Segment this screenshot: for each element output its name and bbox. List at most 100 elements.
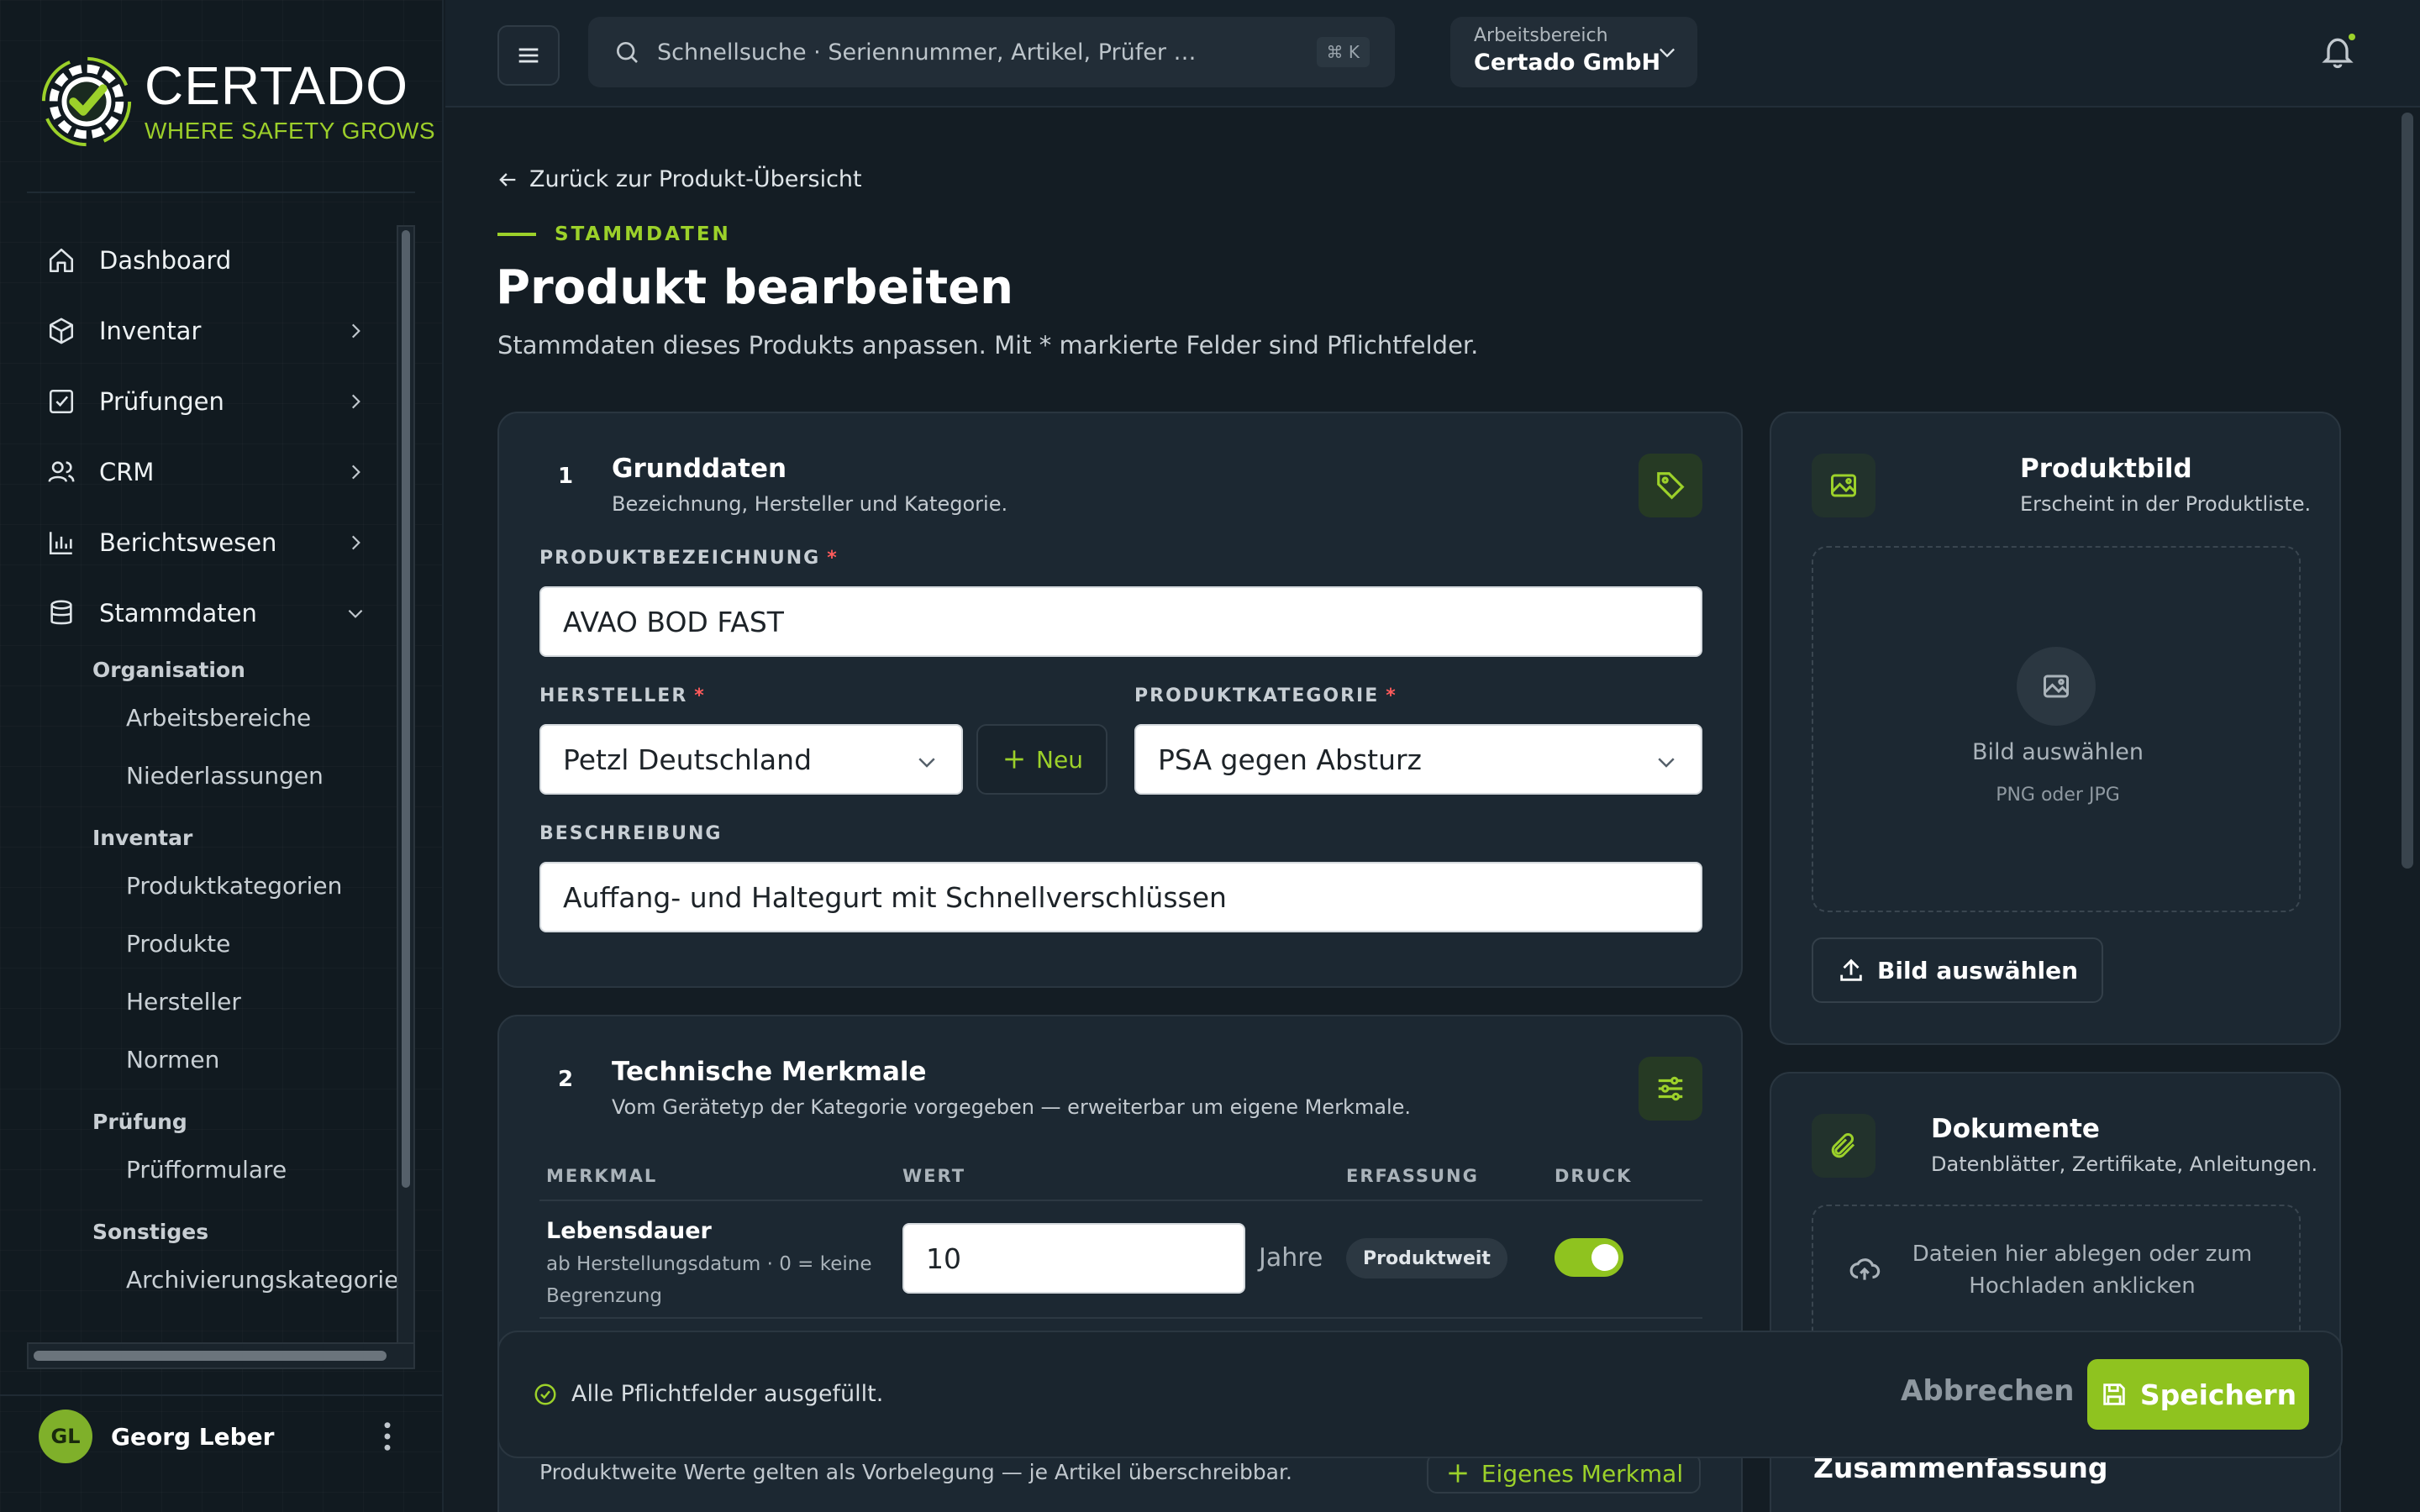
menu-toggle-button[interactable]	[497, 25, 560, 86]
subnav-item-produkte[interactable]: Produkte	[25, 915, 385, 973]
workspace-label: Arbeitsbereich	[1474, 25, 1608, 46]
database-icon	[50, 600, 72, 625]
arrow-left-icon	[499, 172, 516, 186]
subnav-item-niederlassungen[interactable]: Niederlassungen	[25, 747, 385, 805]
main-nav: Dashboard Inventar Prüfungen CRM Bericht…	[25, 225, 413, 1309]
search-icon	[617, 42, 638, 63]
table-divider	[539, 1317, 1702, 1319]
nav-label: Inventar	[99, 317, 202, 345]
cloud-upload-icon	[1849, 1258, 1881, 1280]
dropzone-label: Bild auswählen	[1972, 739, 2144, 765]
field-label-text: PRODUKTBEZEICHNUNG	[539, 548, 821, 569]
chevron-right-icon	[351, 323, 360, 339]
column-header: MERKMAL	[546, 1166, 658, 1186]
search-placeholder: Schnellsuche · Seriennummer, Artikel, Pr…	[657, 39, 1197, 66]
nav-label: CRM	[99, 458, 155, 486]
brand-logo[interactable]: CERTADO WHERE SAFETY GROWS	[37, 52, 435, 151]
user-name: Georg Leber	[111, 1422, 275, 1451]
nav-item-dashboard[interactable]: Dashboard	[25, 225, 385, 296]
nav-item-inventar[interactable]: Inventar	[25, 296, 385, 366]
validation-status-text: Alle Pflichtfelder ausgefüllt.	[571, 1381, 884, 1407]
unit-label: Jahre	[1259, 1243, 1323, 1273]
column-header: DRUCK	[1555, 1166, 1633, 1186]
merkmal-value-input[interactable]: 10	[902, 1223, 1245, 1294]
field-label-text: PRODUKTKATEGORIE	[1134, 685, 1380, 706]
nav-group-label: Inventar	[92, 826, 193, 850]
card-grunddaten: 1 Grunddaten Bezeichnung, Hersteller und…	[497, 412, 1743, 988]
nav-item-crm[interactable]: CRM	[25, 437, 385, 507]
merkmal-name: Lebensdauer	[546, 1218, 712, 1244]
brand-tagline: WHERE SAFETY GROWS	[145, 118, 436, 144]
step-number: 1	[558, 464, 574, 489]
toggle-knob	[1591, 1244, 1618, 1271]
image-icon	[2044, 675, 2069, 698]
plus-icon	[1005, 750, 1023, 769]
subnav-item-pruefformulare[interactable]: Prüfformulare	[25, 1141, 385, 1199]
print-toggle[interactable]	[1555, 1238, 1623, 1277]
image-dropzone[interactable]: Bild auswählen PNG oder JPG	[1812, 546, 2301, 912]
plus-icon	[1449, 1464, 1467, 1483]
floppy-disk-icon	[2103, 1383, 2125, 1405]
sidebar-horizontal-scrollbar[interactable]	[27, 1342, 415, 1369]
user-menu[interactable]: GL Georg Leber	[39, 1410, 400, 1463]
sidebar-vertical-scrollbar[interactable]	[397, 225, 415, 1368]
scrollbar-thumb[interactable]	[402, 230, 410, 1188]
nav-item-berichtswesen[interactable]: Berichtswesen	[25, 507, 385, 578]
home-icon	[49, 248, 74, 273]
required-mark: *	[1386, 685, 1397, 706]
produktkategorie-select[interactable]: PSA gegen Absturz	[1134, 724, 1702, 795]
main-vertical-scrollbar[interactable]	[2396, 109, 2418, 1512]
scrollbar-thumb[interactable]	[2402, 113, 2413, 869]
card-title: Grunddaten	[612, 454, 787, 484]
column-header: ERFASSUNG	[1346, 1166, 1479, 1186]
back-link[interactable]: Zurück zur Produkt-Übersicht	[496, 166, 862, 192]
card-title: Technische Merkmale	[612, 1057, 927, 1087]
field-label-beschreibung: BESCHREIBUNG	[539, 823, 723, 844]
nav-group-label: Sonstiges	[92, 1220, 209, 1244]
topbar: Schnellsuche · Seriennummer, Artikel, Pr…	[445, 0, 2420, 108]
bar-chart-icon	[49, 532, 72, 555]
back-link-label: Zurück zur Produkt-Übersicht	[529, 166, 862, 192]
subnav-item-hersteller[interactable]: Hersteller	[25, 973, 385, 1031]
card-subtitle: Datenblätter, Zertifikate, Anleitungen.	[1931, 1152, 2318, 1176]
sidebar: CERTADO WHERE SAFETY GROWS Dashboard Inv…	[0, 0, 444, 1512]
subnav-item-produktkategorien[interactable]: Produktkategorien	[25, 857, 385, 915]
paperclip-icon-badge	[1812, 1114, 1876, 1178]
subnav-item-normen[interactable]: Normen	[25, 1031, 385, 1089]
required-mark: *	[827, 548, 839, 569]
hersteller-select[interactable]: Petzl Deutschland	[539, 724, 963, 795]
scope-chip: Produktweit	[1346, 1238, 1507, 1278]
more-vertical-icon[interactable]	[375, 1420, 400, 1453]
quick-search-input[interactable]: Schnellsuche · Seriennummer, Artikel, Pr…	[588, 17, 1395, 87]
produktbezeichnung-input[interactable]: AVAO BOD FAST	[539, 586, 1702, 657]
nav-item-stammdaten[interactable]: Stammdaten	[25, 578, 385, 648]
nav-item-pruefungen[interactable]: Prüfungen	[25, 366, 385, 437]
chevron-down-icon	[1660, 48, 1675, 58]
cancel-button[interactable]: Abbrechen	[1901, 1374, 2074, 1408]
button-label: Bild auswählen	[1877, 956, 2079, 984]
subnav-item-arbeitsbereiche[interactable]: Arbeitsbereiche	[25, 689, 385, 747]
paperclip-icon	[1831, 1132, 1855, 1158]
subnav-item-archivierungskategorien[interactable]: Archivierungskategorien	[25, 1251, 413, 1309]
add-own-merkmal-button[interactable]: Eigenes Merkmal	[1427, 1453, 1701, 1494]
field-label-text: HERSTELLER	[539, 685, 688, 706]
card-title: Dokumente	[1931, 1114, 2100, 1144]
new-manufacturer-button[interactable]: Neu	[976, 724, 1107, 795]
card-subtitle: Erscheint in der Produktliste.	[2020, 492, 2312, 516]
column-header: WERT	[902, 1166, 966, 1186]
card-subtitle: Vom Gerätetyp der Kategorie vorgegeben —…	[612, 1095, 1411, 1119]
save-bar: Alle Pflichtfelder ausgefüllt. Abbrechen…	[497, 1331, 2343, 1458]
notification-dot	[2349, 34, 2355, 40]
image-placeholder	[2017, 647, 2096, 726]
field-label-produktkategorie: PRODUKTKATEGORIE *	[1134, 685, 1397, 706]
scrollbar-thumb[interactable]	[34, 1351, 387, 1361]
choose-image-button[interactable]: Bild auswählen	[1812, 937, 2104, 1003]
workspace-selector[interactable]: Arbeitsbereich Certado GmbH	[1450, 17, 1697, 87]
save-button[interactable]: Speichern	[2087, 1359, 2309, 1430]
merkmal-hint: ab Herstellungsdatum · 0 = keine Begrenz…	[546, 1253, 872, 1307]
checkbox-icon	[49, 389, 74, 414]
technik-note: Produktweite Werte gelten als Vorbelegun…	[539, 1460, 1292, 1484]
chevron-right-icon	[351, 394, 360, 409]
input-value: AVAO BOD FAST	[563, 605, 784, 638]
beschreibung-input[interactable]: Auffang- und Haltegurt mit Schnellversch…	[539, 862, 1702, 932]
